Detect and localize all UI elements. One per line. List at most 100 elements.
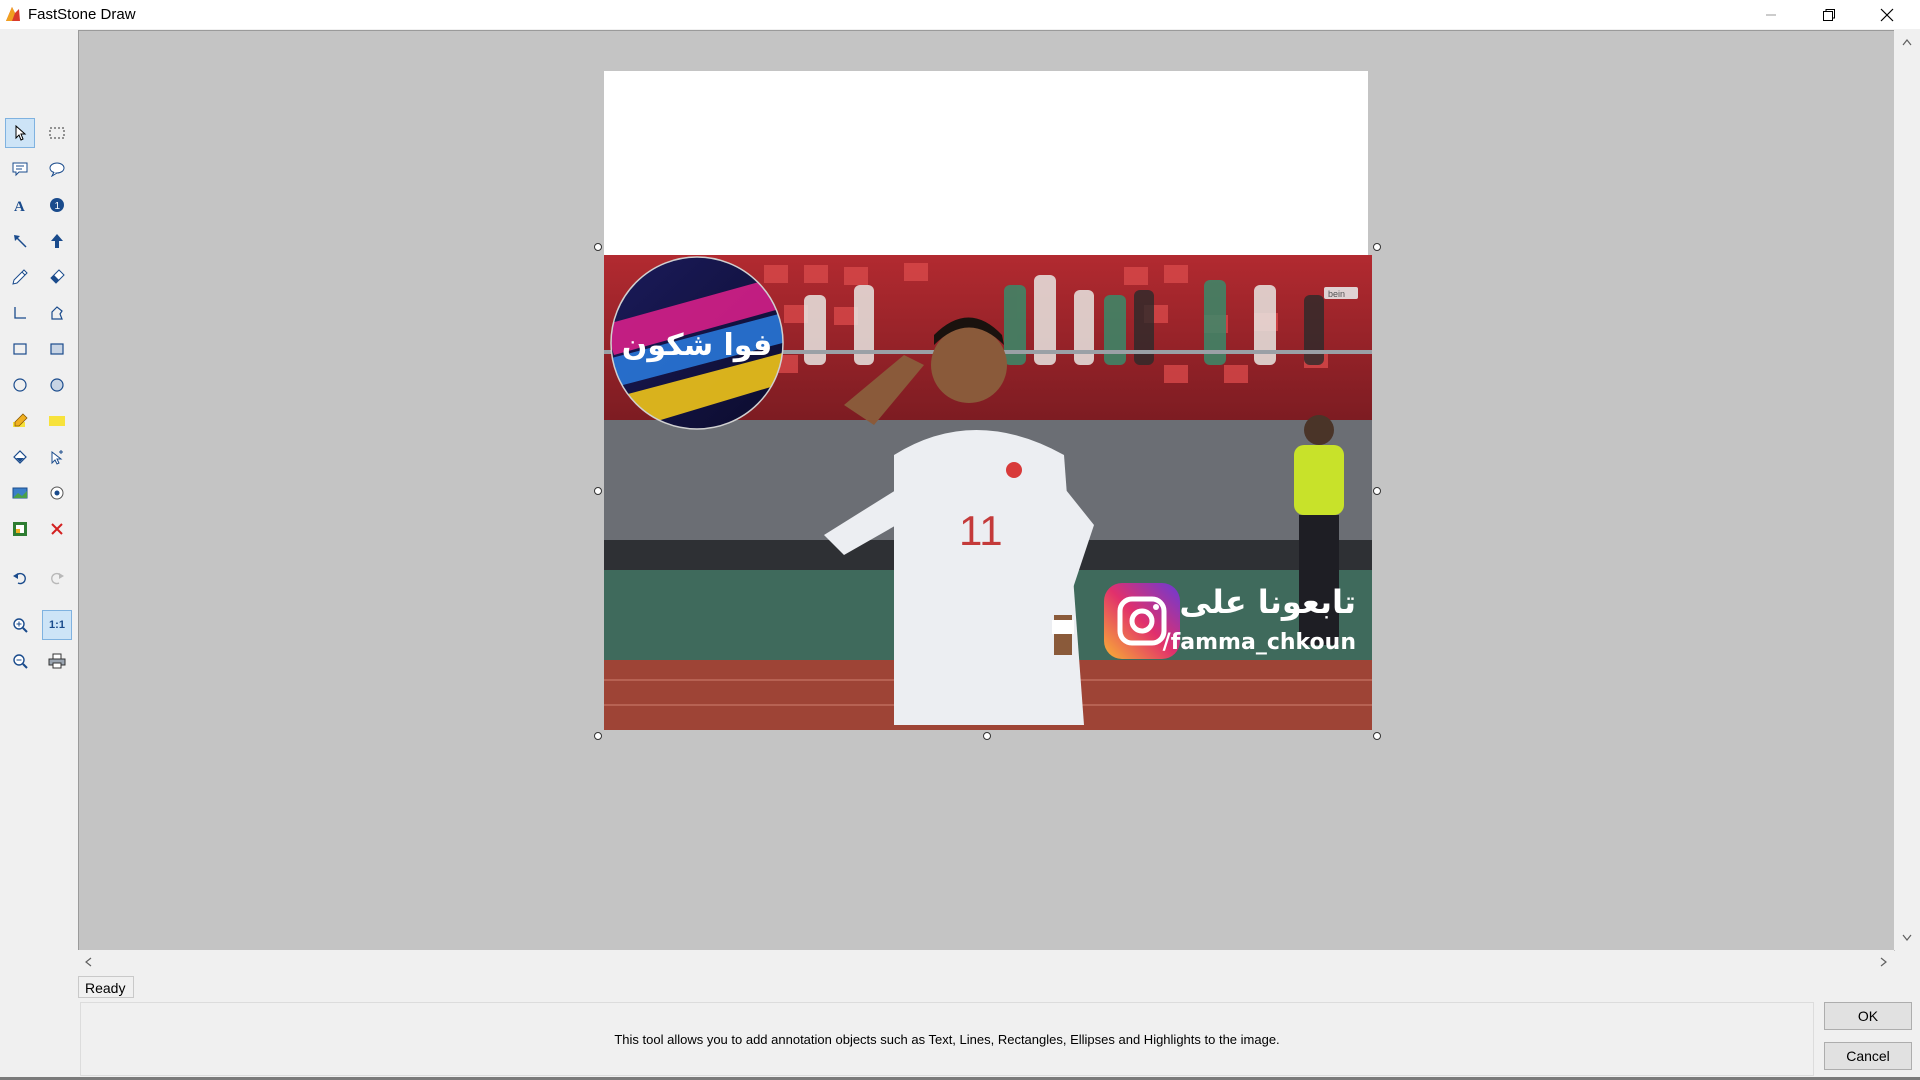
minimize-button[interactable] xyxy=(1748,0,1794,29)
restore-icon xyxy=(1823,8,1835,21)
ellipse-tool-button[interactable] xyxy=(5,370,35,400)
zoom-in-icon xyxy=(13,618,28,633)
actual-size-button[interactable]: 1:1 xyxy=(42,610,72,640)
window-title: FastStone Draw xyxy=(28,6,136,23)
pointer-icon xyxy=(15,125,27,141)
resize-handle-bottom-left[interactable] xyxy=(594,732,602,740)
delete-x-icon xyxy=(51,523,63,535)
resize-handle-middle-left[interactable] xyxy=(594,487,602,495)
eraser-icon xyxy=(50,269,65,284)
logo-text: فوا شكون xyxy=(622,328,773,363)
border-icon xyxy=(13,522,27,536)
resize-handle-bottom-right[interactable] xyxy=(1373,732,1381,740)
scroll-down-button[interactable] xyxy=(1897,928,1917,948)
filled-rectangle-icon xyxy=(50,343,64,355)
image-icon xyxy=(12,487,28,499)
paint-bucket-icon xyxy=(13,450,27,464)
polygon-tool-button[interactable] xyxy=(42,298,72,328)
horizontal-scrollbar[interactable] xyxy=(78,950,1894,974)
filled-ellipse-icon xyxy=(50,378,64,392)
text-icon: A xyxy=(14,199,25,213)
printer-icon xyxy=(48,653,66,669)
line-arrow-tool-button[interactable] xyxy=(5,226,35,256)
highlight-box-tool-button[interactable] xyxy=(42,406,72,436)
resize-handle-middle-right[interactable] xyxy=(1373,487,1381,495)
tool-palette: A 1 1:1 xyxy=(0,30,78,1080)
pen-tool-button[interactable] xyxy=(5,262,35,292)
scroll-left-button[interactable] xyxy=(78,952,98,972)
undo-button[interactable] xyxy=(5,563,35,593)
eraser-tool-button[interactable] xyxy=(42,262,72,292)
caret-right-icon xyxy=(1880,957,1887,967)
highlight-box-icon xyxy=(49,416,65,426)
scroll-up-button[interactable] xyxy=(1897,32,1917,52)
zoom-out-icon xyxy=(13,654,28,669)
resize-handle-top-right[interactable] xyxy=(1373,243,1381,251)
app-logo-icon xyxy=(6,7,20,21)
text-tool-button[interactable]: A xyxy=(5,190,35,220)
callout-tool-button[interactable] xyxy=(5,154,35,184)
block-arrow-tool-button[interactable] xyxy=(42,226,72,256)
rectangle-tool-button[interactable] xyxy=(5,334,35,364)
highlighter-icon xyxy=(13,413,28,427)
photo-image[interactable]: 11 bein فوا شكون تابعونا على /famma_chko… xyxy=(604,255,1372,730)
polyline-tool-button[interactable] xyxy=(5,298,35,328)
resize-handle-top-left[interactable] xyxy=(594,243,602,251)
rectangle-select-tool-button[interactable] xyxy=(42,118,72,148)
instagram-handle: /famma_chkoun xyxy=(1163,630,1356,655)
filled-ellipse-tool-button[interactable] xyxy=(42,370,72,400)
jersey-number: 11 xyxy=(959,507,1003,554)
pen-icon xyxy=(12,269,28,285)
print-button[interactable] xyxy=(42,646,72,676)
caret-up-icon xyxy=(1902,39,1912,46)
select-tool-button[interactable] xyxy=(5,118,35,148)
watermark-tool-button[interactable] xyxy=(42,478,72,508)
numbered-step-tool-button[interactable]: 1 xyxy=(42,190,72,220)
number-badge-icon: 1 xyxy=(50,198,64,212)
info-text: This tool allows you to add annotation o… xyxy=(614,1031,1280,1047)
undo-icon xyxy=(13,572,26,585)
close-icon xyxy=(1880,8,1894,21)
cursor-sparkle-icon xyxy=(51,450,63,465)
image-top-white-area[interactable] xyxy=(604,71,1368,255)
cursor-insert-tool-button[interactable] xyxy=(42,442,72,472)
vertical-scrollbar[interactable] xyxy=(1894,30,1920,950)
resize-handle-bottom-center[interactable] xyxy=(983,732,991,740)
svg-text:1: 1 xyxy=(55,201,61,212)
filled-rectangle-tool-button[interactable] xyxy=(42,334,72,364)
up-arrow-icon xyxy=(51,234,63,248)
rectangle-icon xyxy=(13,343,27,355)
status-text: Ready xyxy=(78,976,134,998)
border-effect-tool-button[interactable] xyxy=(5,514,35,544)
insert-image-tool-button[interactable] xyxy=(5,478,35,508)
marquee-icon xyxy=(49,127,65,139)
minimize-icon xyxy=(1766,14,1776,15)
delete-tool-button[interactable] xyxy=(42,514,72,544)
fill-tool-button[interactable] xyxy=(5,442,35,472)
actual-size-label: 1:1 xyxy=(49,619,65,631)
photo-scene: 11 bein فوا شكون تابعونا على /famma_chko… xyxy=(604,255,1372,730)
svg-text:A: A xyxy=(14,199,25,213)
callout-icon xyxy=(12,162,28,177)
rounded-callout-tool-button[interactable] xyxy=(42,154,72,184)
ok-button[interactable]: OK xyxy=(1824,1002,1912,1030)
follow-text: تابعونا على xyxy=(1179,583,1356,621)
speech-bubble-icon xyxy=(49,162,65,177)
scroll-right-button[interactable] xyxy=(1874,952,1894,972)
arrow-line-icon xyxy=(14,235,27,248)
polyline-icon xyxy=(14,307,26,319)
redo-icon xyxy=(51,572,64,585)
zoom-in-button[interactable] xyxy=(5,610,35,640)
zoom-out-button[interactable] xyxy=(5,646,35,676)
highlighter-tool-button[interactable] xyxy=(5,406,35,436)
close-button[interactable] xyxy=(1864,0,1910,29)
title-bar: FastStone Draw xyxy=(0,0,1920,29)
redo-button[interactable] xyxy=(42,563,72,593)
cancel-button[interactable]: Cancel xyxy=(1824,1042,1912,1070)
watermark-icon xyxy=(50,486,64,500)
ellipse-icon xyxy=(13,378,27,392)
broadcaster-logo: bein xyxy=(1328,289,1345,299)
restore-button[interactable] xyxy=(1806,0,1852,29)
caret-down-icon xyxy=(1902,934,1912,941)
polygon-icon xyxy=(51,306,63,320)
